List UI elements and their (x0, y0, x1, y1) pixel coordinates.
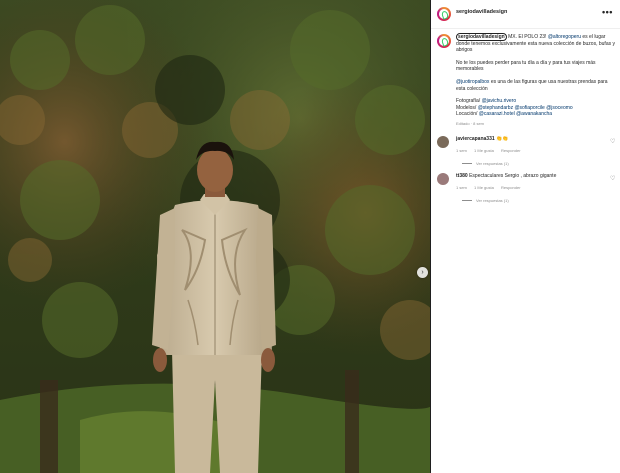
author-username[interactable]: sergiodavilladesign (456, 9, 507, 15)
post-header: sergiodavilladesign ••• (431, 0, 620, 29)
caption-paragraph-2: No te los puedes perder para tu día a dí… (456, 59, 596, 73)
commenter-username[interactable]: tt380 (456, 173, 468, 179)
mention-link[interactable]: @casarazi.hotel @awanakancha (479, 111, 552, 117)
heart-icon[interactable]: ♡ (610, 175, 615, 182)
credit-location-label: Locación/ (456, 111, 479, 118)
comment-time: 1 sem (456, 148, 467, 153)
photo-illustration (0, 0, 430, 473)
view-replies-button[interactable]: Ver respuestas (1) (462, 161, 509, 166)
author-avatar[interactable] (437, 7, 451, 21)
credit-photo-label: Fotografía/ (456, 98, 482, 105)
comment-body: 👏👏 (494, 136, 509, 142)
mention-link[interactable]: @javichu.rivero (482, 98, 517, 104)
chevron-right-icon: › (421, 269, 424, 276)
mention-link[interactable]: @stephandarbz @sofiaporcile @jsoceomo (478, 105, 573, 111)
commenter-avatar[interactable] (437, 136, 449, 148)
instagram-post-viewer: › sergiodavilladesign ••• sergiodavillad… (0, 0, 620, 473)
comment-likes[interactable]: 1 Me gusta (474, 185, 494, 190)
reply-button[interactable]: Responder (501, 148, 521, 153)
mention-link[interactable]: @juotiropalbox (456, 79, 489, 85)
leaf-logo-icon (440, 37, 450, 47)
more-options-icon[interactable]: ••• (602, 7, 613, 17)
caption-author-avatar[interactable] (437, 34, 451, 48)
caption-line1: MX. El POLO 23! (506, 34, 548, 40)
heart-icon[interactable]: ♡ (610, 138, 615, 145)
comment-body: Espectaculares Sergio , abrazo gigante (467, 173, 557, 179)
comment-text: javiercapana331 👏👏 (456, 136, 606, 143)
comment-likes[interactable]: 1 Me gusta (474, 148, 494, 153)
comment-meta: 1 sem 1 Me gusta Responder (456, 185, 527, 190)
comment-time: 1 sem (456, 185, 467, 190)
caption-edited-time: Editado · 8 sem (456, 120, 485, 126)
carousel-next-button[interactable]: › (417, 267, 428, 278)
credit-models-label: Modelos/ (456, 104, 478, 111)
caption-text: sergiodavilladesign MX. El POLO 23! @alt… (456, 33, 616, 128)
comment-text: tt380 Espectaculares Sergio , abrazo gig… (456, 173, 606, 180)
commenter-username[interactable]: javiercapana331 (456, 136, 495, 142)
commenter-avatar[interactable] (437, 173, 449, 185)
post-photo[interactable]: › (0, 0, 430, 473)
view-replies-button[interactable]: Ver respuestas (1) (462, 198, 509, 203)
leaf-logo-icon (440, 10, 450, 20)
post-sidebar: sergiodavilladesign ••• sergiodavillades… (431, 0, 620, 473)
comment-meta: 1 sem 1 Me gusta Responder (456, 148, 527, 153)
reply-button[interactable]: Responder (501, 185, 521, 190)
mention-link[interactable]: @altoregoperu (548, 34, 581, 40)
